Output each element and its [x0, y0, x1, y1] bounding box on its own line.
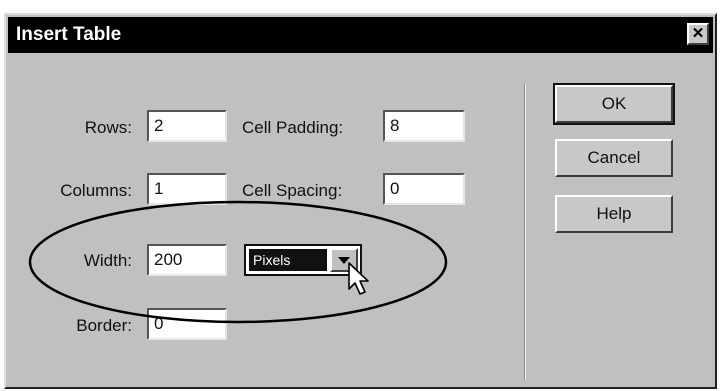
width-field[interactable]: [147, 244, 227, 276]
vertical-divider: [524, 84, 526, 381]
close-icon: ✕: [691, 25, 705, 42]
title-bar: Insert Table ✕: [8, 17, 713, 53]
border-field[interactable]: [147, 308, 227, 340]
rows-field[interactable]: [147, 110, 227, 142]
dialog-title: Insert Table: [16, 24, 122, 45]
width-unit-select[interactable]: Pixels: [244, 244, 362, 276]
cell-padding-field[interactable]: [383, 110, 465, 142]
columns-field[interactable]: [147, 173, 227, 205]
dropdown-arrow-button[interactable]: [330, 248, 358, 272]
columns-label: Columns:: [60, 181, 132, 200]
help-button[interactable]: Help: [555, 195, 673, 233]
rows-label: Rows:: [84, 118, 132, 137]
dropdown-arrow-icon: [338, 257, 350, 264]
ok-button[interactable]: OK: [553, 83, 675, 125]
width-unit-value: Pixels: [249, 249, 327, 271]
border-label: Border:: [76, 316, 132, 335]
cell-spacing-label: Cell Spacing:: [242, 181, 343, 200]
cell-spacing-field[interactable]: [383, 173, 465, 205]
width-label: Width:: [83, 251, 132, 270]
cell-padding-label: Cell Padding:: [242, 118, 344, 137]
close-button[interactable]: ✕: [687, 23, 709, 45]
cancel-button[interactable]: Cancel: [555, 139, 673, 177]
